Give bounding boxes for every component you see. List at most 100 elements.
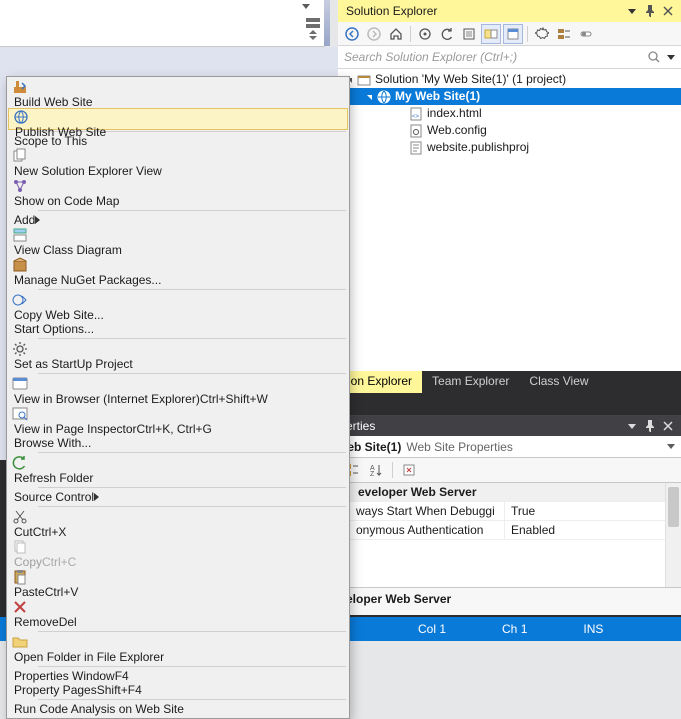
close-icon[interactable] <box>659 2 677 20</box>
window-menu-icon[interactable] <box>623 417 641 435</box>
config-file-icon <box>408 123 424 139</box>
new-view-icon <box>8 148 32 164</box>
menu-item-new-solution-explorer-view[interactable]: New Solution Explorer View <box>8 148 348 178</box>
properties-object-selector[interactable]: /eb Site(1) Web Site Properties <box>338 436 681 458</box>
search-dropdown-icon[interactable] <box>667 55 675 60</box>
gear-icon <box>8 341 32 357</box>
menu-item-label: Open Folder in File Explorer <box>8 650 164 664</box>
menu-item-label: Copy Web Site... <box>8 308 104 322</box>
properties-icon[interactable] <box>532 24 552 44</box>
prop-value[interactable]: Enabled <box>504 521 681 539</box>
alphabetical-icon[interactable]: AZ <box>366 460 386 480</box>
tree-file-node[interactable]: <>index.html <box>338 105 681 122</box>
category-label: eveloper Web Server <box>354 483 681 501</box>
class-diagram-icon <box>8 227 32 243</box>
collapse-icon[interactable] <box>459 24 479 44</box>
object-name: /eb Site(1) <box>344 440 401 454</box>
menu-separator <box>38 487 346 488</box>
menu-item-remove[interactable]: RemoveDel <box>8 599 348 629</box>
object-type: Web Site Properties <box>401 440 667 454</box>
properties-toolbar: AZ <box>338 458 681 483</box>
menu-item-scope-to-this[interactable]: Scope to This <box>8 134 348 148</box>
menu-item-view-in-browser-internet-explorer[interactable]: View in Browser (Internet Explorer)Ctrl+… <box>8 376 348 406</box>
forward-icon[interactable] <box>364 24 384 44</box>
menu-item-cut[interactable]: CutCtrl+X <box>8 509 348 539</box>
menu-item-set-as-startup-project[interactable]: Set as StartUp Project <box>8 341 348 371</box>
search-icon <box>647 50 661 64</box>
close-icon[interactable] <box>659 417 677 435</box>
toggle-icon[interactable] <box>576 24 596 44</box>
split-icon[interactable] <box>306 18 320 28</box>
tree-solution-node[interactable]: Solution 'My Web Site(1)' (1 project) <box>338 71 681 88</box>
menu-item-add[interactable]: Add <box>8 213 348 227</box>
back-icon[interactable] <box>342 24 362 44</box>
prop-category[interactable]: ▾eveloper Web Server <box>338 483 681 502</box>
menu-item-open-folder-in-file-explorer[interactable]: Open Folder in File Explorer <box>8 634 348 664</box>
menu-item-publish-web-site[interactable]: Publish Web Site <box>8 108 348 130</box>
properties-titlebar[interactable]: erties <box>338 416 681 436</box>
prop-value[interactable]: True <box>504 502 681 520</box>
pin-icon[interactable] <box>641 2 659 20</box>
sync-icon[interactable] <box>415 24 435 44</box>
menu-item-copy-web-site[interactable]: Copy Web Site... <box>8 292 348 322</box>
globe-icon <box>376 89 392 105</box>
menu-separator <box>38 506 346 507</box>
tree-file-node[interactable]: website.publishproj <box>338 139 681 156</box>
inspector-icon <box>8 406 32 422</box>
menu-item-label: Scope to This <box>8 134 87 148</box>
tree-project-node[interactable]: My Web Site(1) <box>338 88 681 105</box>
tab-team-explorer[interactable]: Team Explorer <box>422 371 519 393</box>
view-icon[interactable] <box>554 24 574 44</box>
scrollbar[interactable] <box>665 483 681 587</box>
menu-separator <box>38 452 346 453</box>
prop-row[interactable]: onymous AuthenticationEnabled <box>338 521 681 540</box>
menu-item-view-in-page-inspector[interactable]: View in Page InspectorCtrl+K, Ctrl+G <box>8 406 348 436</box>
refresh-icon[interactable] <box>437 24 457 44</box>
home-icon[interactable] <box>386 24 406 44</box>
toolbar-sep <box>392 462 393 478</box>
solution-explorer-search[interactable]: Search Solution Explorer (Ctrl+;) <box>338 46 681 69</box>
editor-dropdown-icon[interactable] <box>302 4 310 9</box>
tree-arrow-icon[interactable] <box>362 88 376 105</box>
panel-title-text: Solution Explorer <box>346 4 623 18</box>
menu-item-label: Source Control <box>8 490 94 504</box>
menu-item-shortcut: Ctrl+Shift+W <box>200 392 268 406</box>
property-pages-icon[interactable] <box>399 460 419 480</box>
bottom-tabs: ion ExplorerTeam ExplorerClass View <box>338 371 681 393</box>
tree-file-node[interactable]: Web.config <box>338 122 681 139</box>
solution-tree[interactable]: Solution 'My Web Site(1)' (1 project) My… <box>338 69 681 371</box>
window-menu-icon[interactable] <box>623 2 641 20</box>
properties-panel: erties /eb Site(1) Web Site Properties A… <box>338 415 681 615</box>
tab-class-view[interactable]: Class View <box>519 371 598 393</box>
show-all-icon[interactable] <box>481 24 501 44</box>
paste-icon <box>8 569 32 585</box>
menu-item-browse-with[interactable]: Browse With... <box>8 436 348 450</box>
menu-item-view-class-diagram[interactable]: View Class Diagram <box>8 227 348 257</box>
remove-icon <box>8 599 32 615</box>
menu-item-shortcut: Shift+F4 <box>97 683 142 697</box>
menu-item-shortcut: F4 <box>115 669 129 683</box>
menu-item-start-options[interactable]: Start Options... <box>8 322 348 336</box>
prop-row[interactable]: ways Start When DebuggiTrue <box>338 502 681 521</box>
menu-item-show-on-code-map[interactable]: Show on Code Map <box>8 178 348 208</box>
menu-item-manage-nuget-packages[interactable]: Manage NuGet Packages... <box>8 257 348 287</box>
properties-grid[interactable]: ▾eveloper Web Serverways Start When Debu… <box>338 483 681 587</box>
menu-item-property-pages[interactable]: Property PagesShift+F4 <box>8 683 348 697</box>
expand-icon[interactable] <box>306 30 320 40</box>
pin-icon[interactable] <box>641 417 659 435</box>
menu-item-properties-window[interactable]: Properties WindowF4 <box>8 669 348 683</box>
scrollbar-thumb[interactable] <box>668 487 679 527</box>
menu-separator <box>38 289 346 290</box>
menu-item-run-code-analysis-on-web-site[interactable]: Run Code Analysis on Web Site <box>8 702 348 716</box>
solution-icon <box>356 72 372 88</box>
menu-item-label: Browse With... <box>8 436 91 450</box>
menu-item-label: Start Options... <box>8 322 94 336</box>
menu-item-source-control[interactable]: Source Control <box>8 490 348 504</box>
menu-item-refresh-folder[interactable]: Refresh Folder <box>8 455 348 485</box>
menu-item-label: Add <box>8 213 35 227</box>
preview-icon[interactable] <box>503 24 523 44</box>
tab-solution-explorer[interactable]: ion Explorer <box>338 371 422 393</box>
solution-explorer-titlebar[interactable]: Solution Explorer <box>338 0 681 22</box>
menu-item-paste[interactable]: PasteCtrl+V <box>8 569 348 599</box>
menu-item-build-web-site[interactable]: Build Web Site <box>8 79 348 109</box>
